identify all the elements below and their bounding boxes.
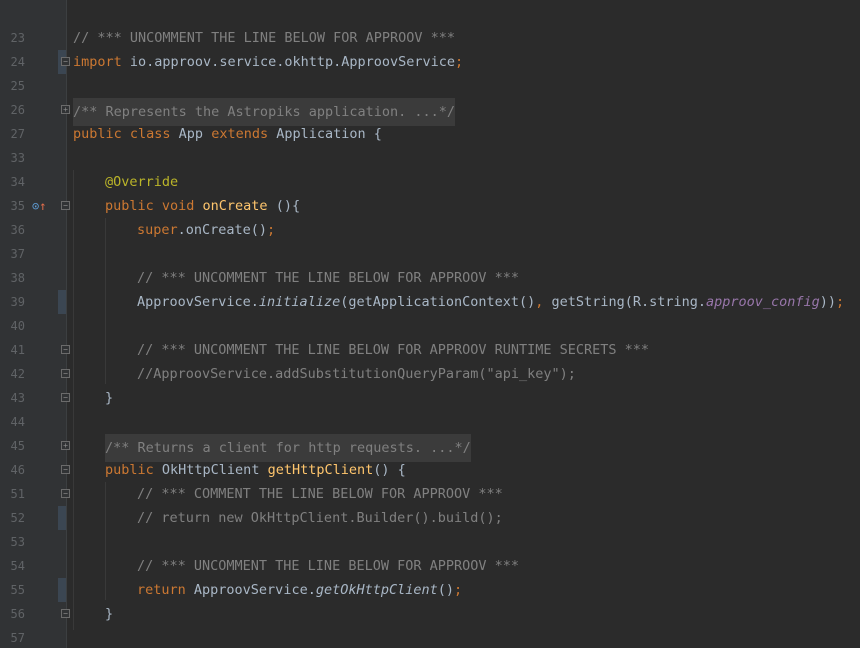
change-marker[interactable] bbox=[58, 290, 66, 314]
resource-field: approov_config bbox=[705, 294, 820, 310]
closing-brace: } bbox=[105, 606, 114, 622]
comment-text: // *** UNCOMMENT THE LINE BELOW FOR APPR… bbox=[137, 270, 520, 286]
code-editor[interactable]: 23 24 // *** UNCOMMENT THE LINE BELOW FO… bbox=[0, 0, 860, 648]
code-line: 33 public class App extends Application … bbox=[0, 122, 860, 165]
fold-end-icon[interactable]: − bbox=[61, 609, 70, 618]
code-line: 54 bbox=[0, 530, 860, 573]
args: (getApplicationContext() bbox=[340, 294, 536, 310]
code-line: 40 ApproovService.initialize(getApplicat… bbox=[0, 290, 860, 333]
import-statement: import io.approov.service.okhttp.Approov… bbox=[73, 50, 463, 74]
close-paren: () bbox=[437, 582, 455, 598]
code-line: 42 − // *** UNCOMMENT THE LINE BELOW FOR… bbox=[0, 338, 860, 381]
close-paren: )) bbox=[819, 294, 837, 310]
object: ApproovService. bbox=[137, 294, 259, 310]
code-line: 41 bbox=[0, 314, 860, 357]
keyword: extends bbox=[211, 126, 269, 142]
fold-toggle-icon[interactable]: − bbox=[61, 345, 70, 354]
semicolon: ; bbox=[836, 294, 845, 310]
annotation: @Override bbox=[105, 174, 179, 190]
fold-end-icon[interactable]: − bbox=[61, 369, 70, 378]
code-line: 36 ⊙↑ − public void onCreate (){ bbox=[0, 194, 860, 237]
override-method-icon[interactable]: ⊙↑ bbox=[32, 197, 46, 215]
code-line: 34 bbox=[0, 146, 860, 189]
return-type: OkHttpClient bbox=[153, 462, 268, 478]
code-line: 24 // *** UNCOMMENT THE LINE BELOW FOR A… bbox=[0, 26, 860, 69]
code-line: 44 − } bbox=[0, 386, 860, 429]
superclass: Application { bbox=[268, 126, 382, 142]
code-line: 39 // *** UNCOMMENT THE LINE BELOW FOR A… bbox=[0, 266, 860, 309]
fold-toggle-icon[interactable]: − bbox=[61, 201, 70, 210]
semicolon: ; bbox=[267, 222, 276, 238]
change-marker[interactable] bbox=[58, 578, 66, 602]
closing-brace: } bbox=[105, 390, 114, 406]
code-line: 43 − //ApproovService.addSubstitutionQue… bbox=[0, 362, 860, 405]
fold-toggle-icon[interactable]: − bbox=[61, 465, 70, 474]
static-call: initialize bbox=[258, 294, 341, 310]
method-params: () { bbox=[373, 462, 406, 478]
comment-text: //ApproovService.addSubstitutionQueryPar… bbox=[137, 366, 576, 382]
import-keyword: import bbox=[73, 54, 122, 70]
code-line: 37 super.onCreate(); bbox=[0, 218, 860, 261]
expand-fold-icon[interactable]: + bbox=[61, 105, 70, 114]
code-line: 57 − } bbox=[0, 602, 860, 645]
code-line: 58 bbox=[0, 626, 860, 648]
semicolon: ; bbox=[454, 582, 463, 598]
static-call: getOkHttpClient bbox=[315, 582, 438, 598]
code-line: 38 bbox=[0, 242, 860, 285]
keyword: public class bbox=[73, 126, 171, 142]
code-line: 56 return ApproovService.getOkHttpClient… bbox=[0, 578, 860, 621]
code-line: 27 + /** Represents the Astropiks applic… bbox=[0, 98, 860, 141]
import-path: io.approov.service.okhttp.ApproovService bbox=[121, 54, 456, 70]
code-line: 51 − public OkHttpClient getHttpClient()… bbox=[0, 458, 860, 501]
code-lines: 23 24 // *** UNCOMMENT THE LINE BELOW FO… bbox=[0, 2, 860, 648]
statement: ApproovService.initialize(getApplication… bbox=[137, 290, 844, 314]
code-line: 53 // return new OkHttpClient.Builder().… bbox=[0, 506, 860, 549]
code-line: 55 // *** UNCOMMENT THE LINE BELOW FOR A… bbox=[0, 554, 860, 597]
code-line: 46 + /** Returns a client for http reque… bbox=[0, 434, 860, 477]
args: getString(R.string. bbox=[543, 294, 706, 310]
expand-fold-icon[interactable]: + bbox=[61, 441, 70, 450]
method-declaration: public OkHttpClient getHttpClient() { bbox=[105, 458, 406, 482]
code-line: 23 bbox=[0, 2, 860, 45]
method-params: (){ bbox=[267, 198, 301, 214]
code-line: 52 − // *** COMMENT THE LINE BELOW FOR A… bbox=[0, 482, 860, 525]
keyword: public void bbox=[105, 198, 195, 214]
comment-text: // *** COMMENT THE LINE BELOW FOR APPROO… bbox=[137, 486, 503, 502]
comment-text: // return new OkHttpClient.Builder().bui… bbox=[137, 510, 503, 526]
semicolon: ; bbox=[455, 54, 464, 70]
call: .onCreate() bbox=[177, 222, 268, 238]
class-declaration: public class App extends Application { bbox=[73, 122, 382, 146]
code-line: 25 − import io.approov.service.okhttp.Ap… bbox=[0, 50, 860, 93]
change-marker[interactable] bbox=[58, 506, 66, 530]
keyword: public bbox=[105, 462, 154, 478]
method-name: onCreate bbox=[194, 198, 268, 214]
comment-text: // *** UNCOMMENT THE LINE BELOW FOR APPR… bbox=[73, 30, 456, 46]
fold-end-icon[interactable]: − bbox=[61, 393, 70, 402]
keyword: return bbox=[137, 582, 186, 598]
keyword: super bbox=[137, 222, 178, 238]
code-line: 45 bbox=[0, 410, 860, 453]
method-declaration: public void onCreate (){ bbox=[105, 194, 300, 218]
code-line: 26 bbox=[0, 74, 860, 117]
comment-text: // *** UNCOMMENT THE LINE BELOW FOR APPR… bbox=[137, 342, 650, 358]
statement: super.onCreate(); bbox=[137, 218, 275, 242]
fold-toggle-icon[interactable]: − bbox=[61, 57, 70, 66]
class-name: App bbox=[170, 126, 212, 142]
code-line: 35 @Override bbox=[0, 170, 860, 213]
return-statement: return ApproovService.getOkHttpClient(); bbox=[137, 578, 462, 602]
comment-text: // *** UNCOMMENT THE LINE BELOW FOR APPR… bbox=[137, 558, 520, 574]
fold-toggle-icon[interactable]: − bbox=[61, 489, 70, 498]
method-name: getHttpClient bbox=[267, 462, 374, 478]
object: ApproovService. bbox=[185, 582, 316, 598]
